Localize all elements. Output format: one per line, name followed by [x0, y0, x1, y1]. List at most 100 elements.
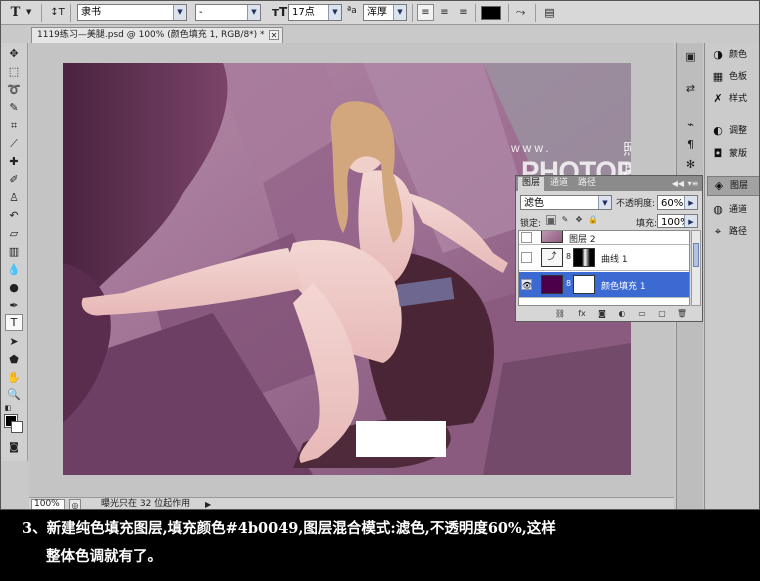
new-group-icon[interactable]: ▭: [636, 308, 648, 320]
eyedropper-tool-icon[interactable]: ⟋: [5, 135, 23, 152]
panel-button-styles[interactable]: ✗ 样式: [707, 89, 759, 109]
character-panel-icon[interactable]: ▤: [541, 4, 558, 21]
hand-tool-icon[interactable]: ✋: [5, 369, 23, 386]
panel-label: 调整: [729, 126, 748, 136]
layer-row[interactable]: ⤴ 8 曲线 1: [519, 245, 689, 271]
brush-tool-icon[interactable]: ✐: [5, 171, 23, 188]
paragraph-icon[interactable]: ¶: [681, 135, 700, 154]
eraser-tool-icon[interactable]: ▱: [5, 225, 23, 242]
tab-paths[interactable]: 路径: [574, 177, 600, 191]
status-text: 曝光只在 32 位起作用: [101, 499, 191, 509]
pen-tool-icon[interactable]: ✒: [5, 297, 23, 314]
text-color-swatch[interactable]: [481, 6, 501, 20]
clone-stamp-tool-icon[interactable]: ♙: [5, 189, 23, 206]
panel-menu-icon[interactable]: ▾≡: [687, 178, 699, 189]
layers-panel-tabs: 图层 通道 路径 ◀◀ ▾≡: [516, 176, 702, 191]
link-layers-icon[interactable]: ⛓: [554, 308, 566, 320]
font-family-select[interactable]: 隶书 ▼: [77, 4, 187, 21]
blend-mode-value: 滤色: [524, 198, 544, 209]
tool-presets-icon[interactable]: ⌁: [681, 115, 700, 134]
new-adjustment-icon[interactable]: ◐: [616, 308, 628, 320]
dodge-tool-icon[interactable]: ●: [5, 279, 23, 296]
path-select-tool-icon[interactable]: ➤: [5, 333, 23, 350]
panel-label: 图层: [730, 181, 749, 191]
panel-label: 通道: [729, 205, 748, 215]
layer-row[interactable]: 图层 2: [519, 231, 689, 245]
opacity-field[interactable]: 60% ▶: [657, 195, 698, 210]
panel-button-swatches[interactable]: ▦ 色板: [707, 67, 759, 87]
panel-column: ◑ 颜色 ▦ 色板 ✗ 样式 ◐ 调整 ◘ 蒙版 ◈ 图层 ◍ 通道 ⌖ 路径: [704, 43, 759, 509]
info-icon[interactable]: ◎: [69, 499, 81, 509]
masks-icon: ◘: [713, 147, 723, 160]
warp-text-icon[interactable]: ⤳: [512, 4, 529, 21]
scrollbar-thumb[interactable]: [693, 243, 699, 267]
shape-tool-icon[interactable]: ⬟: [5, 351, 23, 368]
zoom-field[interactable]: 100%: [31, 499, 65, 509]
orientation-toggle-icon[interactable]: ↕T: [49, 4, 66, 21]
text-tool-preset-icon[interactable]: T: [7, 4, 24, 21]
panel-button-masks[interactable]: ◘ 蒙版: [707, 144, 759, 164]
tab-layers[interactable]: 图层: [518, 177, 545, 191]
paths-icon: ⌖: [714, 225, 722, 238]
quick-select-tool-icon[interactable]: ✎: [5, 99, 23, 116]
panel-button-layers[interactable]: ◈ 图层: [707, 176, 759, 196]
tool-preset-chevron-icon[interactable]: ▼: [26, 8, 31, 25]
layer-name: 图层 2: [569, 235, 596, 245]
chevron-right-icon: ▶: [684, 196, 697, 209]
healing-brush-tool-icon[interactable]: ✚: [5, 153, 23, 170]
panel-button-paths[interactable]: ⌖ 路径: [707, 222, 759, 242]
font-size-select[interactable]: 17点 ▼: [288, 4, 342, 21]
trash-icon[interactable]: 🗑: [676, 308, 688, 320]
visibility-toggle[interactable]: [521, 252, 532, 263]
swatches-icon: ▦: [712, 70, 724, 83]
type-tool-icon[interactable]: T: [5, 314, 23, 331]
layer-thumbnail: [541, 231, 563, 243]
history-icon[interactable]: ▣: [681, 47, 700, 66]
quick-mask-icon[interactable]: ◙: [5, 439, 23, 456]
align-left-icon[interactable]: ≡: [417, 4, 434, 21]
move-tool-icon[interactable]: ✥: [5, 45, 23, 62]
layer-list-scrollbar[interactable]: [691, 230, 701, 306]
align-center-icon[interactable]: ≡: [436, 4, 453, 21]
gradient-tool-icon[interactable]: ▥: [5, 243, 23, 260]
panel-button-channels[interactable]: ◍ 通道: [707, 200, 759, 220]
lock-pixels-icon[interactable]: ✎: [560, 215, 570, 225]
layer-row[interactable]: 👁 8 颜色填充 1: [519, 272, 689, 298]
panel-button-adjustments[interactable]: ◐ 调整: [707, 121, 759, 141]
lasso-tool-icon[interactable]: ➰: [5, 81, 23, 98]
link-icon: 8: [566, 279, 572, 288]
new-layer-icon[interactable]: ▢: [656, 308, 668, 320]
lock-position-icon[interactable]: ✥: [574, 215, 584, 225]
tab-channels[interactable]: 通道: [546, 177, 572, 191]
actions-icon[interactable]: ⇄: [681, 79, 700, 98]
close-icon[interactable]: ✕: [269, 30, 279, 40]
background-color-swatch[interactable]: [11, 421, 23, 433]
blend-mode-select[interactable]: 滤色 ▼: [520, 195, 612, 210]
caption-line-2: 整体色调就有了。: [46, 548, 162, 565]
layer-style-icon[interactable]: fx: [576, 308, 588, 320]
lock-transparency-icon[interactable]: ▦: [546, 215, 556, 225]
visibility-toggle[interactable]: [521, 232, 532, 243]
chevron-down-icon: ▼: [247, 5, 260, 20]
brushes-icon[interactable]: ✻: [681, 155, 700, 174]
antialias-select[interactable]: 浑厚 ▼: [363, 4, 407, 21]
status-bar: 100% ◎ 曝光只在 32 位起作用 ▶: [29, 497, 674, 509]
marquee-tool-icon[interactable]: ⬚: [5, 63, 23, 80]
panel-button-color[interactable]: ◑ 颜色: [707, 45, 759, 65]
options-bar: T ▼ ↕T 隶书 ▼ - ▼ ᴛT 17点 ▼ ªa 浑厚 ▼ ≡ ≡ ≡ ⤳: [1, 1, 759, 25]
document-tab[interactable]: 1119练习—美腿.psd @ 100% (颜色填充 1, RGB/8*) * …: [31, 27, 283, 43]
align-right-icon[interactable]: ≡: [455, 4, 472, 21]
font-style-value: -: [199, 7, 203, 18]
status-menu-arrow-icon[interactable]: ▶: [205, 498, 211, 509]
add-mask-icon[interactable]: ◙: [596, 308, 608, 320]
history-brush-tool-icon[interactable]: ↶: [5, 207, 23, 224]
layer-list: 图层 2 ⤴ 8 曲线 1 👁 8 颜色填充 1: [518, 230, 690, 306]
fill-field[interactable]: 100% ▶: [657, 214, 698, 228]
eye-icon[interactable]: 👁: [521, 279, 532, 290]
lock-all-icon[interactable]: 🔒: [588, 215, 598, 225]
blur-tool-icon[interactable]: 💧: [5, 261, 23, 278]
font-style-select[interactable]: - ▼: [195, 4, 261, 21]
collapse-panel-icon[interactable]: ◀◀: [672, 177, 684, 190]
crop-tool-icon[interactable]: ⌗: [5, 117, 23, 134]
chevron-down-icon: ▼: [598, 196, 611, 209]
